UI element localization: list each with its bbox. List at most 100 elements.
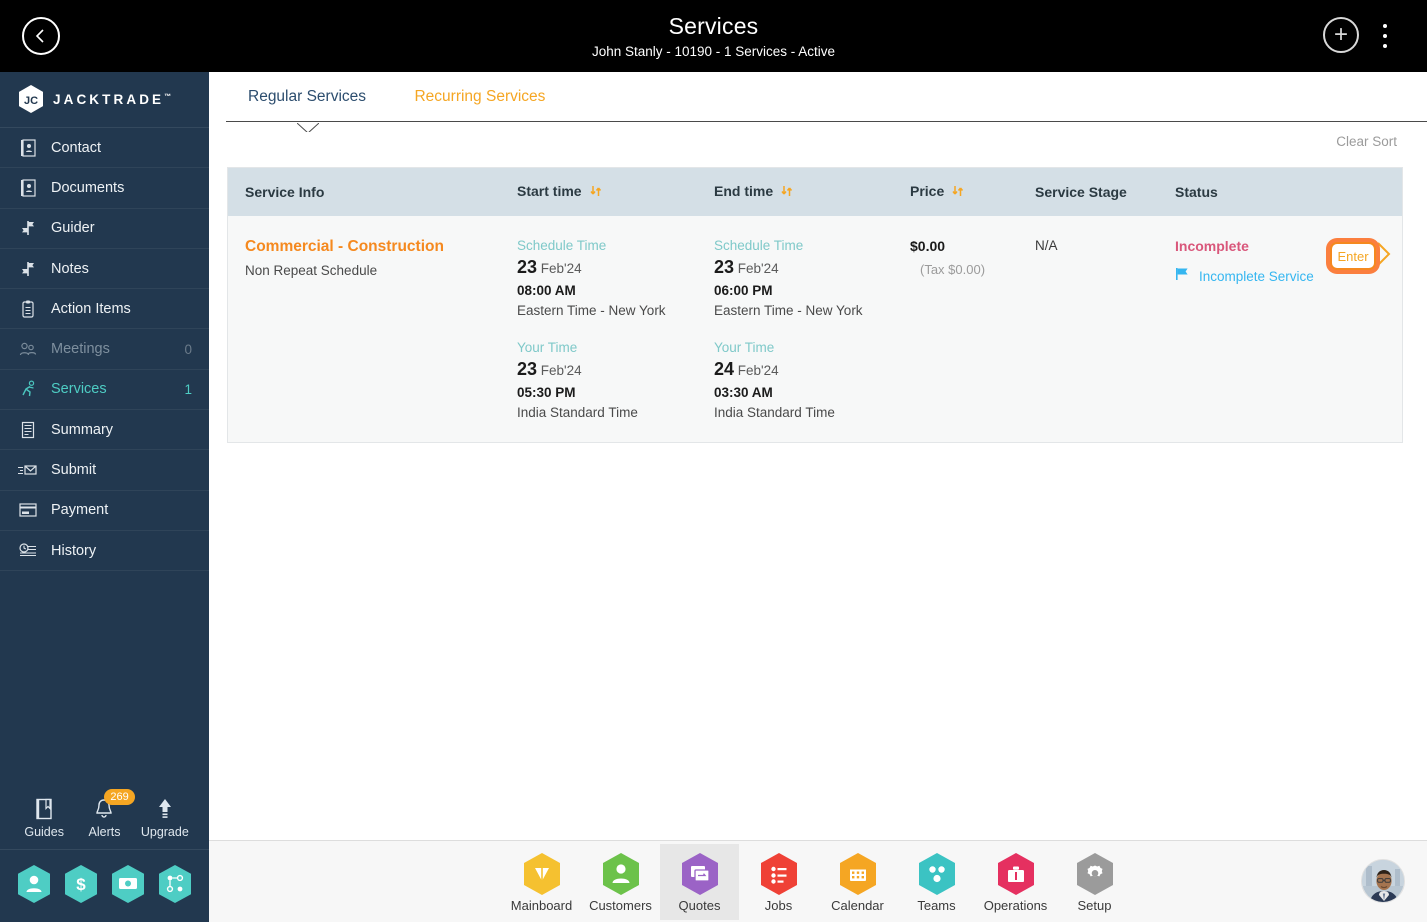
bottom-nav-label: Calendar: [831, 897, 884, 913]
alerts-badge: 269: [104, 789, 135, 805]
bottom-nav-label: Mainboard: [510, 897, 573, 913]
workflow-hex-icon[interactable]: [157, 864, 193, 904]
bottom-nav-calendar[interactable]: Calendar: [818, 844, 897, 920]
sidebar-item-documents[interactable]: Documents: [0, 168, 209, 209]
kebab-menu-icon: [1383, 24, 1387, 28]
time-block-zone: India Standard Time: [517, 405, 638, 420]
operations-hex-icon: [996, 852, 1036, 896]
cell-service-info: Commercial - Construction Non Repeat Sch…: [228, 238, 500, 442]
alerts-button[interactable]: 269 Alerts: [74, 789, 135, 839]
sidebar-item-guider[interactable]: Guider: [0, 209, 209, 249]
sidebar-item-label: Submit: [51, 462, 97, 479]
bottom-nav-label: Customers: [589, 897, 652, 913]
price-value: $0.00: [910, 238, 946, 254]
payment-card-icon: [17, 500, 39, 520]
brand-name: JACKTRADE™: [53, 92, 172, 107]
start-your-time-block: Your Time 23 Feb'24 05:30 PM India Stand…: [517, 340, 697, 420]
top-header-bar: Services John Stanly - 10190 - 1 Service…: [0, 0, 1427, 72]
jobs-hex-icon: [759, 852, 799, 896]
sort-toggle-end-time-icon[interactable]: [780, 184, 794, 201]
column-header-end-time: End time: [697, 183, 893, 201]
sidebar-item-summary[interactable]: Summary: [0, 410, 209, 451]
guides-label: Guides: [24, 825, 64, 839]
price-tax-value: (Tax $0.00): [920, 262, 986, 277]
services-tabs: Regular Services Recurring Services: [209, 72, 1427, 132]
bottom-nav-customers[interactable]: Customers: [581, 844, 660, 920]
service-schedule-type: Non Repeat Schedule: [245, 263, 378, 278]
sidebar-item-payment[interactable]: Payment: [0, 491, 209, 531]
time-block-label: Your Time: [714, 340, 775, 355]
sort-toggle-price-icon[interactable]: [951, 184, 965, 201]
left-sidebar: JC JACKTRADE™ Contact Documents Guider N…: [0, 72, 209, 922]
add-button[interactable]: +: [1323, 17, 1359, 53]
meetings-icon: [17, 339, 39, 359]
teams-hex-icon: [917, 852, 957, 896]
summary-icon: [17, 420, 39, 440]
services-table: Service Info Start time End time Price S…: [227, 167, 1403, 443]
money-transfer-hex-icon[interactable]: [110, 864, 146, 904]
time-block-time: 06:00 PM: [714, 283, 773, 298]
bottom-nav-teams[interactable]: Teams: [897, 844, 976, 920]
bottom-nav-mainboard[interactable]: Mainboard: [502, 844, 581, 920]
kebab-menu-button[interactable]: [1373, 20, 1397, 52]
history-clock-icon: [17, 541, 39, 561]
avatar[interactable]: [1361, 859, 1405, 903]
time-block-date: 24 Feb'24: [714, 359, 779, 379]
enter-button-highlight: Enter: [1326, 238, 1380, 274]
sidebar-item-meetings[interactable]: Meetings 0: [0, 329, 209, 370]
jacktrade-hex-logo-icon: JC: [18, 85, 44, 114]
services-icon: [17, 379, 39, 399]
table-header-row: Service Info Start time End time Price S…: [228, 168, 1402, 216]
sidebar-item-contact[interactable]: Contact: [0, 128, 209, 169]
mainboard-hex-icon: [522, 852, 562, 896]
tab-underline: [226, 121, 1427, 122]
column-header-status: Status: [1175, 184, 1218, 200]
sidebar-item-services[interactable]: Services 1: [0, 370, 209, 411]
calendar-hex-icon: [838, 852, 878, 896]
dollar-hex-icon[interactable]: $: [63, 864, 99, 904]
time-block-zone: India Standard Time: [714, 405, 835, 420]
cell-start-time: Schedule Time 23 Feb'24 08:00 AM Eastern…: [500, 238, 697, 442]
brand-logo[interactable]: JC JACKTRADE™: [0, 72, 209, 128]
time-block-label: Schedule Time: [517, 238, 607, 253]
enter-button[interactable]: Enter: [1330, 242, 1376, 270]
sidebar-item-label: Services: [51, 381, 107, 398]
bottom-nav-label: Jobs: [764, 897, 793, 913]
bottom-nav-operations[interactable]: Operations: [976, 844, 1055, 920]
time-block-time: 03:30 AM: [714, 385, 773, 400]
sidebar-tools: Guides 269 Alerts Upgrade: [0, 780, 209, 850]
upgrade-button[interactable]: Upgrade: [135, 796, 195, 839]
svg-text:JC: JC: [24, 95, 38, 107]
incomplete-service-link[interactable]: Incomplete Service: [1199, 269, 1314, 284]
time-block-time: 05:30 PM: [517, 385, 576, 400]
time-block-label: Your Time: [517, 340, 578, 355]
time-block-label: Schedule Time: [714, 238, 804, 253]
bottom-nav-jobs[interactable]: Jobs: [739, 844, 818, 920]
sidebar-item-label: Action Items: [51, 300, 131, 317]
sidebar-item-history[interactable]: History: [0, 531, 209, 572]
sidebar-item-notes[interactable]: Notes: [0, 249, 209, 290]
sidebar-item-label: Contact: [51, 139, 101, 156]
sidebar-item-label: Notes: [51, 260, 89, 277]
person-hex-icon[interactable]: [16, 864, 52, 904]
guides-button[interactable]: Guides: [14, 796, 74, 839]
bottom-nav-bar: Mainboard Customers Quotes Jobs Calendar…: [209, 840, 1427, 922]
service-title-link[interactable]: Commercial - Construction: [245, 238, 500, 256]
bottom-nav-setup[interactable]: Setup: [1055, 844, 1134, 920]
tab-regular-services[interactable]: Regular Services: [226, 72, 388, 120]
sidebar-item-action-items[interactable]: Action Items: [0, 289, 209, 330]
sidebar-item-count: 1: [184, 381, 192, 397]
time-block-time: 08:00 AM: [517, 283, 576, 298]
clear-sort-button[interactable]: Clear Sort: [209, 122, 1427, 149]
cell-service-stage: N/A: [1018, 238, 1158, 442]
bottom-nav-quotes[interactable]: Quotes: [660, 844, 739, 920]
column-header-price: Price: [893, 183, 1018, 201]
sort-toggle-start-time-icon[interactable]: [589, 184, 603, 201]
flag-icon: [1175, 267, 1191, 286]
bottom-nav-label: Operations: [983, 897, 1048, 913]
sidebar-item-submit[interactable]: Submit: [0, 450, 209, 491]
time-block-zone: Eastern Time - New York: [714, 303, 863, 318]
tab-recurring-services[interactable]: Recurring Services: [392, 72, 567, 120]
clipboard-icon: [17, 299, 39, 319]
sidebar-item-label: Summary: [51, 421, 114, 438]
